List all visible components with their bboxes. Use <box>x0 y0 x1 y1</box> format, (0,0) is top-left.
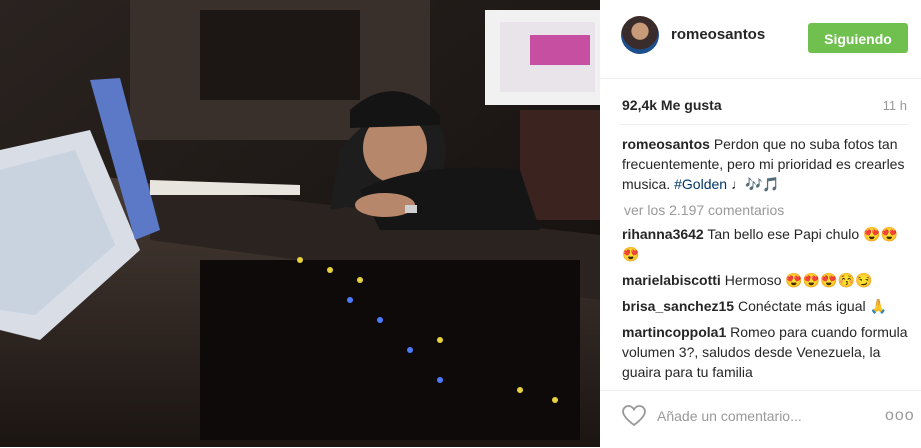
list-item: brisa_sanchez15 Conéctate más igual 🙏 <box>622 296 912 316</box>
more-options-icon[interactable]: ooo <box>885 407 915 425</box>
post-side-panel: romeosantos Siguiendo 92,4k Me gusta 11 … <box>600 0 921 447</box>
add-comment-input[interactable]: Añade un comentario... <box>657 408 802 424</box>
following-button[interactable]: Siguiendo <box>808 23 908 53</box>
list-item: rihanna3642 Tan bello ese Papi chulo 😍😍😍 <box>622 224 912 264</box>
post-header: romeosantos Siguiendo <box>600 0 921 79</box>
comment-username[interactable]: brisa_sanchez15 <box>622 298 734 314</box>
comment-username[interactable]: rihanna3642 <box>622 226 704 242</box>
comment-username[interactable]: martincoppola1 <box>622 324 726 340</box>
list-item: martincoppola1 Romeo para cuando formula… <box>622 322 912 382</box>
view-all-comments-link[interactable]: ver los 2.197 comentarios <box>624 200 912 220</box>
post-time[interactable]: 11 h <box>883 98 907 113</box>
comment-list: romeosantos Perdon que no suba fotos tan… <box>622 134 912 382</box>
username-link[interactable]: romeosantos <box>671 26 765 43</box>
comment-bar: Añade un comentario... ooo <box>600 390 921 448</box>
caption-emoji: ♩🎶🎵 <box>730 176 780 192</box>
comment-text: Hermoso 😍😍😍😚😏 <box>724 272 873 288</box>
studio-photo-illustration <box>0 0 600 447</box>
comment-text: Conéctate más igual 🙏 <box>737 298 887 314</box>
hashtag-link[interactable]: #Golden <box>674 176 727 192</box>
comment-username[interactable]: marielabiscotti <box>622 272 721 288</box>
caption: romeosantos Perdon que no suba fotos tan… <box>622 134 912 194</box>
list-item: marielabiscotti Hermoso 😍😍😍😚😏 <box>622 270 912 290</box>
likes-count[interactable]: 92,4k Me gusta <box>622 97 722 113</box>
post-photo <box>0 0 600 447</box>
avatar[interactable] <box>621 16 659 54</box>
heart-icon[interactable] <box>622 405 646 427</box>
divider <box>620 124 909 125</box>
caption-username[interactable]: romeosantos <box>622 136 710 152</box>
